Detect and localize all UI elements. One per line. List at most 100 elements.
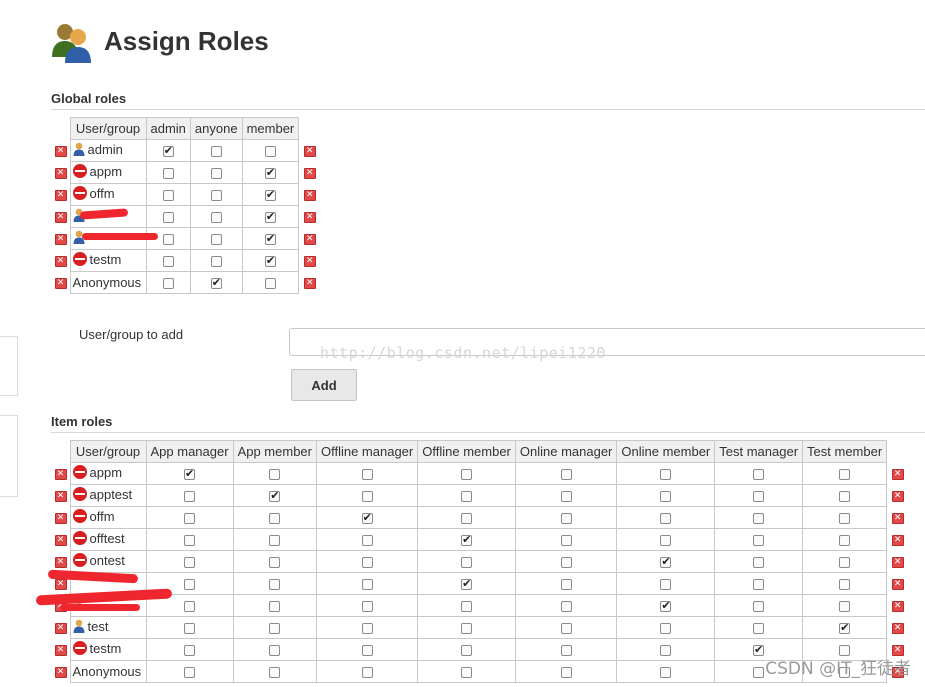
remove-row-icon[interactable] <box>891 490 904 503</box>
role-checkbox[interactable] <box>461 667 473 679</box>
role-checkbox[interactable] <box>210 276 222 290</box>
role-checkbox[interactable] <box>162 190 174 202</box>
role-checkbox[interactable] <box>361 491 373 503</box>
role-checkbox[interactable] <box>560 579 572 591</box>
add-button[interactable]: Add <box>291 369 357 401</box>
role-checkbox[interactable] <box>839 469 851 481</box>
role-checkbox[interactable] <box>660 579 672 591</box>
remove-row-icon[interactable] <box>891 512 904 525</box>
role-checkbox[interactable] <box>560 535 572 547</box>
remove-row-icon[interactable] <box>54 512 67 525</box>
remove-row-icon[interactable] <box>304 277 317 290</box>
remove-row-icon[interactable] <box>54 277 67 290</box>
remove-row-icon[interactable] <box>54 578 67 591</box>
role-checkbox[interactable] <box>361 601 373 613</box>
remove-row-icon[interactable] <box>304 211 317 224</box>
role-checkbox[interactable] <box>184 467 196 481</box>
role-checkbox[interactable] <box>361 557 373 569</box>
role-checkbox[interactable] <box>839 579 851 591</box>
role-checkbox[interactable] <box>264 166 276 180</box>
role-checkbox[interactable] <box>560 623 572 635</box>
role-checkbox[interactable] <box>269 601 281 613</box>
role-checkbox[interactable] <box>264 254 276 268</box>
role-checkbox[interactable] <box>461 533 473 547</box>
role-checkbox[interactable] <box>839 557 851 569</box>
role-checkbox[interactable] <box>162 212 174 224</box>
role-checkbox[interactable] <box>184 601 196 613</box>
role-checkbox[interactable] <box>184 491 196 503</box>
role-checkbox[interactable] <box>660 491 672 503</box>
role-checkbox[interactable] <box>660 667 672 679</box>
role-checkbox[interactable] <box>660 645 672 657</box>
role-checkbox[interactable] <box>660 555 672 569</box>
role-checkbox[interactable] <box>560 667 572 679</box>
role-checkbox[interactable] <box>269 469 281 481</box>
side-panel-tab[interactable] <box>0 336 18 396</box>
role-checkbox[interactable] <box>269 489 281 503</box>
role-checkbox[interactable] <box>839 601 851 613</box>
remove-row-icon[interactable] <box>54 233 67 246</box>
role-checkbox[interactable] <box>560 513 572 525</box>
role-checkbox[interactable] <box>264 232 276 246</box>
remove-row-icon[interactable] <box>304 255 317 268</box>
role-checkbox[interactable] <box>264 146 276 158</box>
remove-row-icon[interactable] <box>891 534 904 547</box>
remove-row-icon[interactable] <box>891 622 904 635</box>
role-checkbox[interactable] <box>210 168 222 180</box>
remove-row-icon[interactable] <box>54 189 67 202</box>
role-checkbox[interactable] <box>660 623 672 635</box>
role-checkbox[interactable] <box>184 667 196 679</box>
remove-row-icon[interactable] <box>54 666 67 679</box>
role-checkbox[interactable] <box>839 513 851 525</box>
role-checkbox[interactable] <box>461 623 473 635</box>
role-checkbox[interactable] <box>560 645 572 657</box>
role-checkbox[interactable] <box>461 513 473 525</box>
role-checkbox[interactable] <box>269 557 281 569</box>
remove-row-icon[interactable] <box>54 145 67 158</box>
role-checkbox[interactable] <box>210 212 222 224</box>
role-checkbox[interactable] <box>560 601 572 613</box>
role-checkbox[interactable] <box>361 511 373 525</box>
remove-row-icon[interactable] <box>304 233 317 246</box>
role-checkbox[interactable] <box>560 469 572 481</box>
remove-row-icon[interactable] <box>54 490 67 503</box>
role-checkbox[interactable] <box>264 278 276 290</box>
role-checkbox[interactable] <box>753 623 765 635</box>
role-checkbox[interactable] <box>753 601 765 613</box>
role-checkbox[interactable] <box>264 188 276 202</box>
role-checkbox[interactable] <box>660 599 672 613</box>
role-checkbox[interactable] <box>210 256 222 268</box>
remove-row-icon[interactable] <box>54 255 67 268</box>
role-checkbox[interactable] <box>184 645 196 657</box>
role-checkbox[interactable] <box>162 256 174 268</box>
remove-row-icon[interactable] <box>54 211 67 224</box>
role-checkbox[interactable] <box>839 535 851 547</box>
role-checkbox[interactable] <box>264 210 276 224</box>
remove-row-icon[interactable] <box>304 189 317 202</box>
role-checkbox[interactable] <box>162 144 174 158</box>
role-checkbox[interactable] <box>269 623 281 635</box>
role-checkbox[interactable] <box>753 643 765 657</box>
role-checkbox[interactable] <box>660 469 672 481</box>
role-checkbox[interactable] <box>461 469 473 481</box>
role-checkbox[interactable] <box>560 491 572 503</box>
role-checkbox[interactable] <box>184 557 196 569</box>
remove-row-icon[interactable] <box>891 600 904 613</box>
remove-row-icon[interactable] <box>54 622 67 635</box>
role-checkbox[interactable] <box>361 469 373 481</box>
role-checkbox[interactable] <box>162 278 174 290</box>
role-checkbox[interactable] <box>210 190 222 202</box>
role-checkbox[interactable] <box>753 513 765 525</box>
remove-row-icon[interactable] <box>304 167 317 180</box>
role-checkbox[interactable] <box>184 623 196 635</box>
role-checkbox[interactable] <box>753 579 765 591</box>
role-checkbox[interactable] <box>461 577 473 591</box>
role-checkbox[interactable] <box>269 579 281 591</box>
role-checkbox[interactable] <box>269 513 281 525</box>
role-checkbox[interactable] <box>753 535 765 547</box>
role-checkbox[interactable] <box>461 557 473 569</box>
role-checkbox[interactable] <box>660 513 672 525</box>
remove-row-icon[interactable] <box>891 578 904 591</box>
role-checkbox[interactable] <box>461 491 473 503</box>
side-panel-tab[interactable] <box>0 415 18 497</box>
